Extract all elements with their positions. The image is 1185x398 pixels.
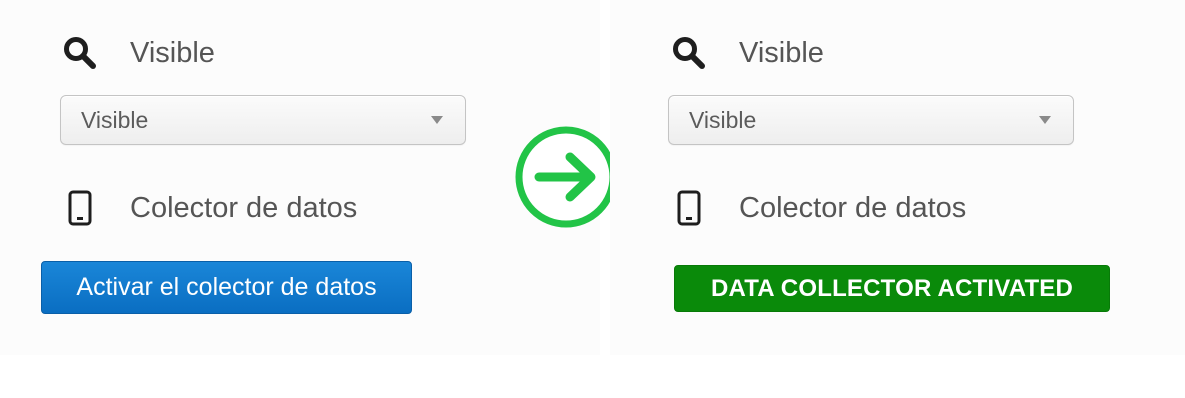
chevron-down-icon xyxy=(431,116,443,124)
visibility-select-value: Visible xyxy=(81,106,149,133)
visibility-row: Visible xyxy=(60,33,215,73)
search-icon xyxy=(60,33,100,73)
visibility-heading: Visible xyxy=(130,36,215,69)
visibility-select[interactable]: Visible xyxy=(668,95,1074,145)
visibility-row: Visible xyxy=(669,33,824,73)
arrow-right-circle-icon xyxy=(514,125,618,229)
collector-activated-badge: DATA COLLECTOR ACTIVATED xyxy=(674,265,1110,312)
visibility-select-value: Visible xyxy=(689,106,757,133)
mobile-phone-icon xyxy=(60,188,100,228)
collector-row: Colector de datos xyxy=(60,188,357,228)
collector-heading: Colector de datos xyxy=(739,191,967,224)
collector-row: Colector de datos xyxy=(669,188,966,228)
visibility-select[interactable]: Visible xyxy=(60,95,466,145)
collector-heading: Colector de datos xyxy=(130,191,358,224)
mobile-phone-icon xyxy=(669,188,709,228)
visibility-heading: Visible xyxy=(739,36,824,69)
activate-collector-button[interactable]: Activar el colector de datos xyxy=(41,261,412,314)
search-icon xyxy=(669,33,709,73)
before-panel: Visible Visible Colector de datos Activa… xyxy=(0,0,600,355)
chevron-down-icon xyxy=(1039,116,1051,124)
